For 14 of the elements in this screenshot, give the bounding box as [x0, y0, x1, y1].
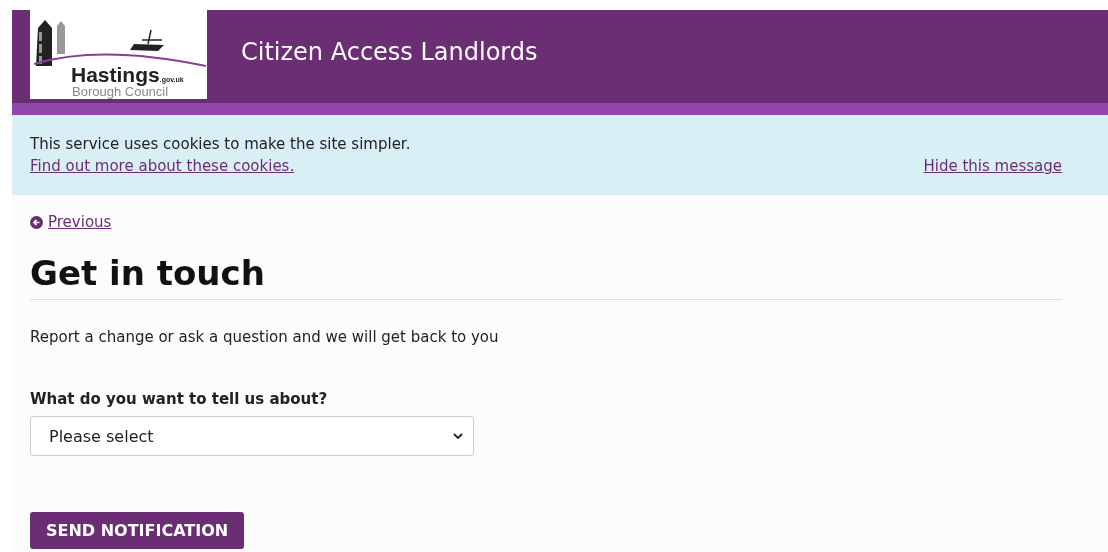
- hide-message-link[interactable]: Hide this message: [923, 157, 1062, 175]
- chevron-down-icon: [453, 433, 463, 439]
- send-notification-button[interactable]: SEND NOTIFICATION: [30, 512, 245, 549]
- cookie-message: This service uses cookies to make the site simpler.: [30, 135, 412, 153]
- back-arrow-icon: [30, 215, 43, 229]
- logo-name: Hastings: [71, 64, 160, 85]
- page-heading: Get in touch: [30, 253, 1062, 300]
- cookie-info-link[interactable]: Find out more about these cookies.: [30, 157, 295, 175]
- intro-text: Report a change or ask a question and we will get back to you: [30, 328, 500, 346]
- logo-subtitle: Borough Council: [72, 85, 169, 98]
- topic-select[interactable]: Please select: [30, 416, 474, 456]
- site-title: Citizen Access Landlords: [241, 38, 538, 66]
- field-label: What do you want to tell us about?: [30, 390, 329, 408]
- previous-link[interactable]: Previous: [48, 213, 112, 231]
